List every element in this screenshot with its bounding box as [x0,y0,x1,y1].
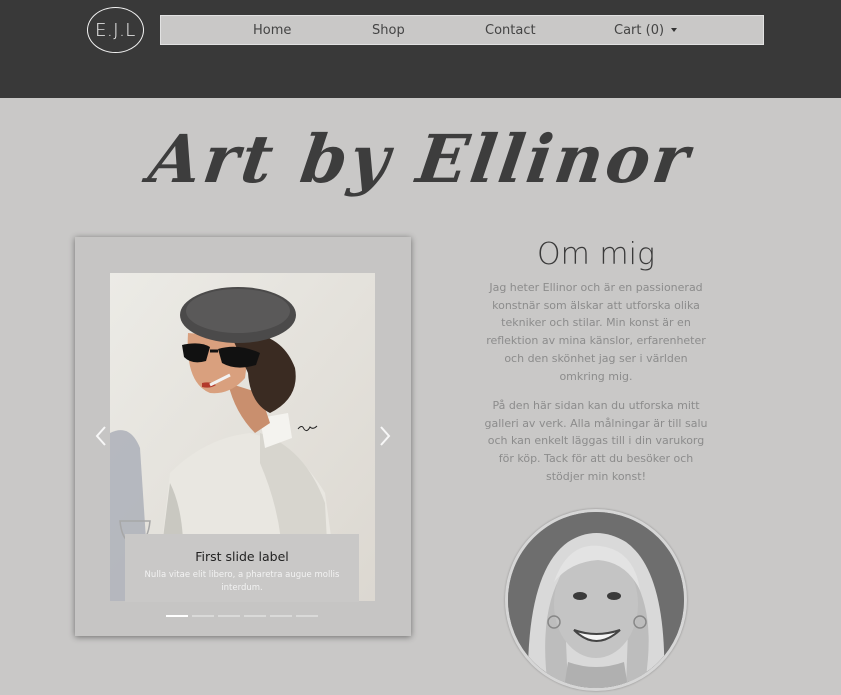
nav-contact-link[interactable]: Contact [485,23,536,38]
cart-dropdown[interactable]: Cart (0) [614,23,678,38]
caret-down-icon [671,28,678,32]
carousel-indicator-5[interactable] [270,615,292,617]
carousel-indicator-2[interactable] [192,615,214,617]
carousel-card: First slide label Nulla vitae elit liber… [75,237,411,636]
chevron-left-icon [95,426,106,446]
carousel-caption: First slide label Nulla vitae elit liber… [125,534,359,602]
main-nav: Home Shop Contact Cart (0) [160,15,764,45]
carousel-next-button[interactable] [374,423,396,449]
carousel-indicator-4[interactable] [244,615,266,617]
carousel-indicator-3[interactable] [218,615,240,617]
nav-shop-link[interactable]: Shop [372,23,405,38]
carousel-indicator-6[interactable] [296,615,318,617]
artist-portrait [505,509,687,691]
nav-home-link[interactable]: Home [253,23,291,38]
caption-text: Nulla vitae elit libero, a pharetra augu… [144,570,340,593]
about-heading: Om mig [537,237,655,272]
cart-label: Cart (0) [614,23,665,38]
site-header: E.J.L Home Shop Contact Cart (0) [0,0,841,98]
carousel-indicators [166,615,322,619]
carousel-indicator-1[interactable] [166,615,188,617]
about-paragraph-1: Jag heter Ellinor och är en passionerad … [486,281,706,383]
caption-title: First slide label [195,549,289,564]
about-paragraph-2: På den här sidan kan du utforska mitt ga… [484,399,708,483]
brand-logo[interactable]: E.J.L [87,7,144,53]
hero-title: Art by Ellinor [144,120,697,198]
chevron-right-icon [380,426,391,446]
carousel-prev-button[interactable] [90,423,112,449]
